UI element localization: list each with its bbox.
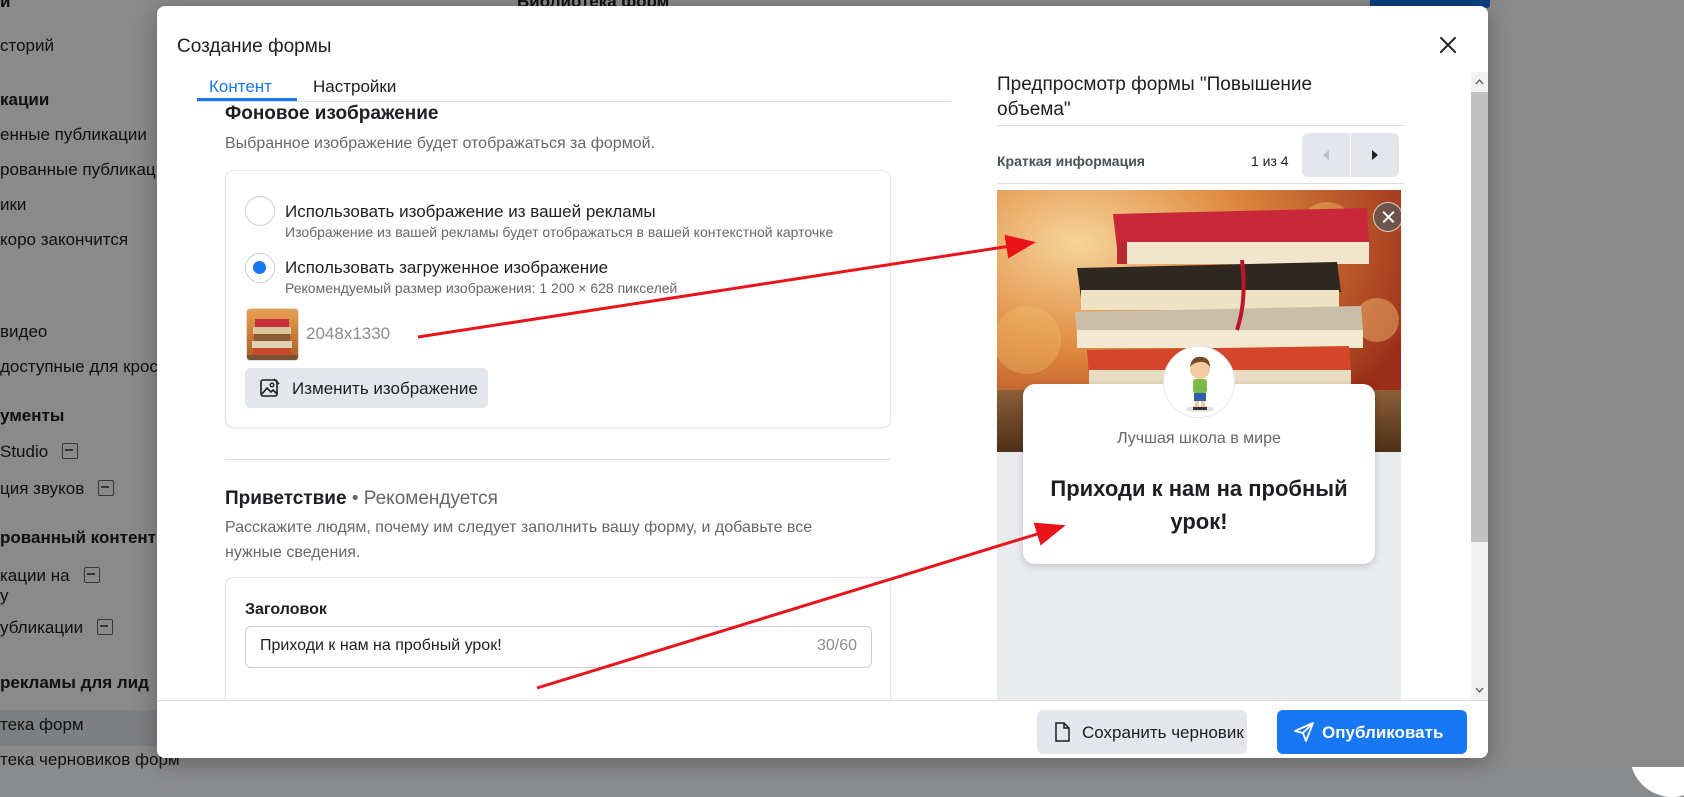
books-thumbnail-image [247, 309, 298, 360]
preview-next-button[interactable] [1351, 133, 1399, 177]
headline-label: Заголовок [245, 601, 327, 618]
background-image-title: Фоновое изображение [225, 103, 439, 124]
radio-use-uploaded-image[interactable] [245, 253, 275, 283]
headline-input[interactable]: Приходи к нам на пробный урок! 30/60 [245, 626, 872, 668]
greeting-recommended: • Рекомендуется [351, 488, 498, 509]
document-icon [1053, 721, 1071, 748]
scrollbar-thumb[interactable] [1471, 92, 1488, 542]
active-tab-indicator [197, 98, 297, 101]
background-image-description: Выбранное изображение будет отображаться… [225, 135, 655, 152]
section-divider [225, 459, 891, 460]
greeting-card: Заголовок Приходи к нам на пробный урок!… [225, 577, 891, 700]
greeting-description: Расскажите людям, почему им следует запо… [225, 515, 812, 565]
change-image-label: Изменить изображение [292, 379, 478, 398]
chevron-right-icon [1372, 150, 1378, 160]
boy-avatar-image [1164, 347, 1234, 417]
scroll-down-icon[interactable] [1471, 682, 1488, 698]
preview-headline: Приходи к нам на пробный урок! [1050, 476, 1348, 534]
headline-input-value: Приходи к нам на пробный урок! [260, 637, 502, 654]
tab-settings[interactable]: Настройки [313, 77, 396, 97]
uploaded-image-size: 2048x1330 [306, 324, 391, 343]
radio-use-uploaded-image-label[interactable]: Использовать загруженное изображение [285, 258, 608, 278]
greeting-title-text: Приветствие [225, 488, 347, 509]
image-edit-icon [259, 377, 281, 404]
preview-section-name: Краткая информация [997, 153, 1145, 169]
avatar [1163, 346, 1235, 418]
chevron-left-icon [1323, 150, 1329, 160]
headline-char-counter: 30/60 [816, 637, 857, 654]
paper-plane-icon [1293, 721, 1315, 748]
publish-label: Опубликовать [1322, 723, 1444, 742]
uploaded-image-thumbnail[interactable] [246, 308, 299, 361]
radio-use-ad-image-hint: Изображение из вашей рекламы будет отобр… [285, 224, 834, 240]
preview-divider-bottom [997, 183, 1404, 184]
tab-bar: Контент Настройки [197, 74, 951, 102]
form-editor[interactable]: Фоновое изображение Выбранное изображени… [157, 103, 977, 700]
preview-canvas: Лучшая школа в мире Приходи к нам на про… [997, 190, 1401, 700]
create-form-modal: Создание формы Контент Настройки Фоновое… [157, 6, 1488, 758]
preview-divider-top [997, 125, 1404, 126]
tab-content[interactable]: Контент [209, 77, 272, 97]
modal-title: Создание формы [177, 36, 332, 57]
preview-prev-button[interactable] [1302, 133, 1350, 177]
background-image-card: Использовать изображение из вашей реклам… [225, 170, 891, 428]
save-draft-button[interactable]: Сохранить черновик [1037, 710, 1247, 754]
greeting-description-line1: Расскажите людям, почему им следует запо… [225, 519, 813, 536]
radio-use-ad-image-label[interactable]: Использовать изображение из вашей реклам… [285, 202, 656, 222]
change-image-button[interactable]: Изменить изображение [245, 368, 488, 408]
close-icon[interactable] [1431, 28, 1465, 62]
greeting-description-line2: нужные сведения. [225, 544, 361, 561]
radio-use-uploaded-image-hint: Рекомендуемый размер изображения: 1 200 … [285, 280, 678, 296]
preview-company-name: Лучшая школа в мире [1117, 430, 1281, 447]
preview-close-icon[interactable] [1373, 202, 1401, 232]
preview-page-indicator: 1 из 4 [1251, 153, 1289, 169]
save-draft-label: Сохранить черновик [1082, 723, 1244, 742]
publish-button[interactable]: Опубликовать [1277, 710, 1467, 754]
greeting-title: Приветствие • Рекомендуется [225, 488, 498, 510]
modal-footer: Сохранить черновик Опубликовать [157, 700, 1488, 758]
radio-use-ad-image[interactable] [245, 196, 275, 226]
scroll-up-icon[interactable] [1471, 74, 1488, 90]
preview-scrollbar[interactable] [1471, 72, 1488, 700]
preview-title: Предпросмотр формы "Повышение объема" [997, 74, 1313, 120]
